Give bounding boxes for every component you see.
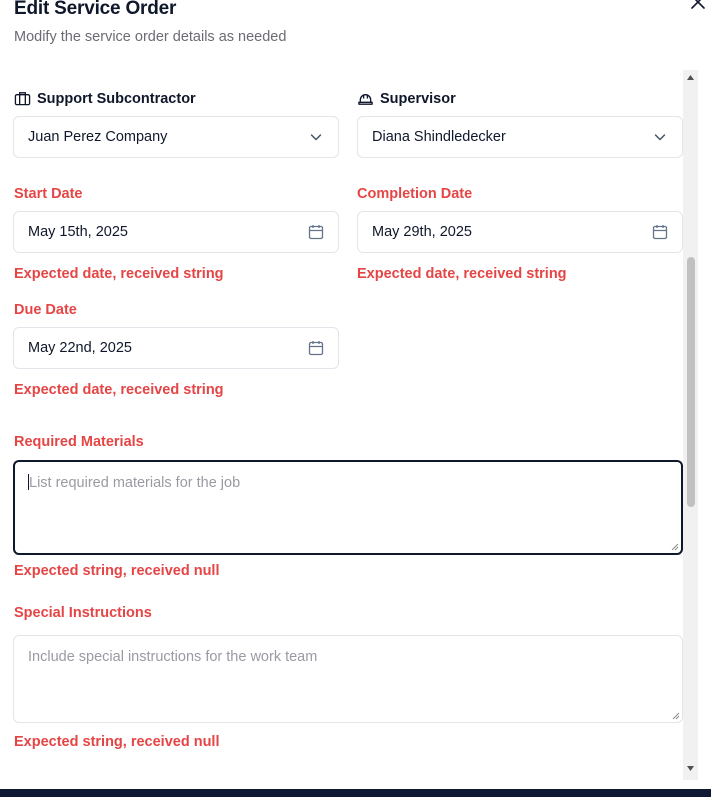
dialog-subtitle: Modify the service order details as need…: [14, 29, 287, 45]
supervisor-label-text: Supervisor: [380, 90, 456, 107]
due-date-value: May 22nd, 2025: [28, 340, 132, 356]
start-date-label: Start Date: [14, 186, 83, 202]
supervisor-value: Diana Shindledecker: [372, 129, 506, 145]
subcontractor-label: Support Subcontractor: [14, 90, 196, 107]
special-instructions-placeholder: Include special instructions for the wor…: [28, 649, 318, 665]
subcontractor-label-text: Support Subcontractor: [37, 90, 196, 107]
calendar-icon: [308, 225, 324, 240]
due-date-error: Expected date, received string: [14, 382, 224, 398]
special-instructions-textarea[interactable]: Include special instructions for the wor…: [13, 635, 683, 723]
calendar-icon: [652, 225, 668, 240]
special-instructions-error: Expected string, received null: [14, 734, 220, 750]
completion-date-error: Expected date, received string: [357, 266, 567, 282]
hard-hat-icon: [358, 94, 373, 105]
building-icon: [14, 92, 31, 106]
scrollbar-thumb[interactable]: [687, 257, 695, 507]
start-date-picker[interactable]: May 15th, 2025: [13, 211, 339, 253]
calendar-icon: [308, 341, 324, 356]
start-date-error: Expected date, received string: [14, 266, 224, 282]
chevron-down-icon: [654, 134, 666, 141]
supervisor-label: Supervisor: [357, 90, 456, 107]
chevron-down-icon: [310, 134, 322, 141]
required-materials-error: Expected string, received null: [14, 563, 220, 579]
resize-handle-icon[interactable]: [671, 543, 679, 551]
subcontractor-select[interactable]: Juan Perez Company: [13, 116, 339, 158]
due-date-picker[interactable]: May 22nd, 2025: [13, 327, 339, 369]
special-instructions-label: Special Instructions: [14, 605, 152, 621]
footer-bar: [0, 789, 711, 797]
supervisor-select[interactable]: Diana Shindledecker: [357, 116, 683, 158]
close-icon[interactable]: [688, 0, 708, 12]
required-materials-textarea[interactable]: List required materials for the job: [13, 460, 683, 555]
completion-date-value: May 29th, 2025: [372, 224, 472, 240]
completion-date-label: Completion Date: [357, 186, 473, 202]
dialog-title: Edit Service Order: [14, 0, 177, 19]
required-materials-label: Required Materials: [14, 434, 144, 450]
edit-service-order-dialog: Edit Service Order Modify the service or…: [0, 0, 711, 789]
subcontractor-value: Juan Perez Company: [28, 129, 168, 145]
resize-handle-icon[interactable]: [672, 712, 680, 720]
scroll-up-icon[interactable]: [686, 74, 695, 82]
scroll-down-icon[interactable]: [686, 764, 695, 772]
completion-date-picker[interactable]: May 29th, 2025: [357, 211, 683, 253]
required-materials-placeholder: List required materials for the job: [29, 475, 241, 491]
start-date-value: May 15th, 2025: [28, 224, 128, 240]
due-date-label: Due Date: [14, 302, 77, 318]
